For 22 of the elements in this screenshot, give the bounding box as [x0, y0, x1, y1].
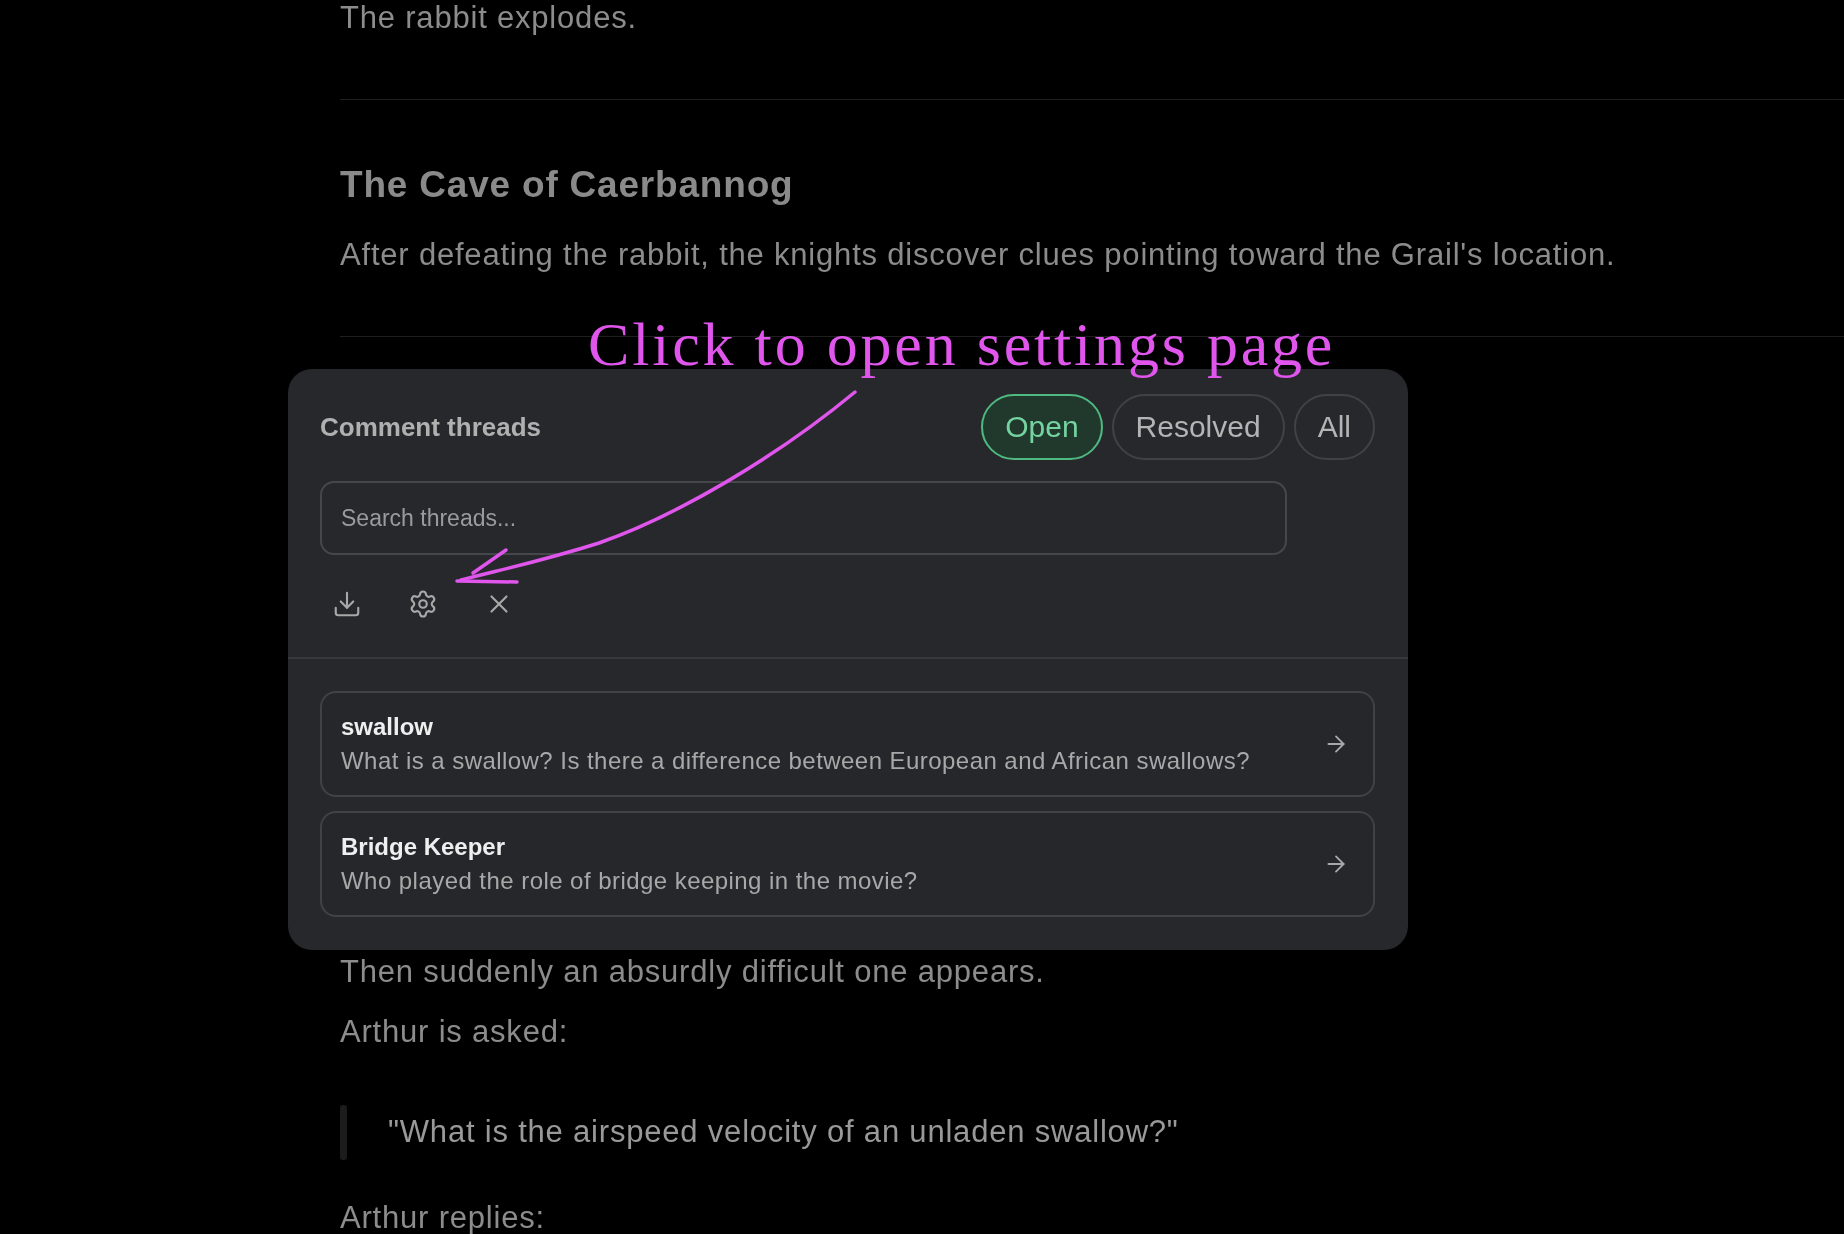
paragraph: Arthur replies: [340, 1200, 545, 1234]
thread-preview: What is a swallow? Is there a difference between European and African swallows? [341, 747, 1250, 775]
thread-card[interactable]: swallow What is a swallow? Is there a difference between European and African swallows? [320, 691, 1375, 797]
thread-preview: Who played the role of bridge keeping in the movie? [341, 867, 918, 895]
thread-title: swallow [341, 713, 434, 741]
paragraph: Arthur is asked: [340, 1014, 569, 1050]
quote-bar [340, 1105, 347, 1160]
paragraph: Then suddenly an absurdly difficult one appears. [340, 954, 1045, 990]
annotation-text: Click to open settings page [588, 309, 1336, 380]
paragraph: After defeating the rabbit, the knights discover clues pointing toward the Grail's location. [340, 237, 1616, 273]
filter-tab[interactable]: Open [981, 394, 1103, 460]
download-icon [332, 589, 362, 619]
paragraph: The rabbit explodes. [340, 0, 637, 36]
thread-card[interactable]: Bridge Keeper Who played the role of bridge keeping in the movie? [320, 811, 1375, 917]
section-heading: The Cave of Caerbannog [340, 163, 794, 207]
search-field[interactable]: Search threads... [320, 481, 1287, 555]
thread-title: Bridge Keeper [341, 833, 506, 861]
filter-tab[interactable]: Resolved [1111, 394, 1285, 460]
filter-tab[interactable]: All [1293, 394, 1375, 460]
gear-icon [408, 589, 438, 619]
panel-title: Comment threads [320, 411, 542, 443]
block-quote: "What is the airspeed velocity of an unladen swallow?" [388, 1113, 1179, 1151]
